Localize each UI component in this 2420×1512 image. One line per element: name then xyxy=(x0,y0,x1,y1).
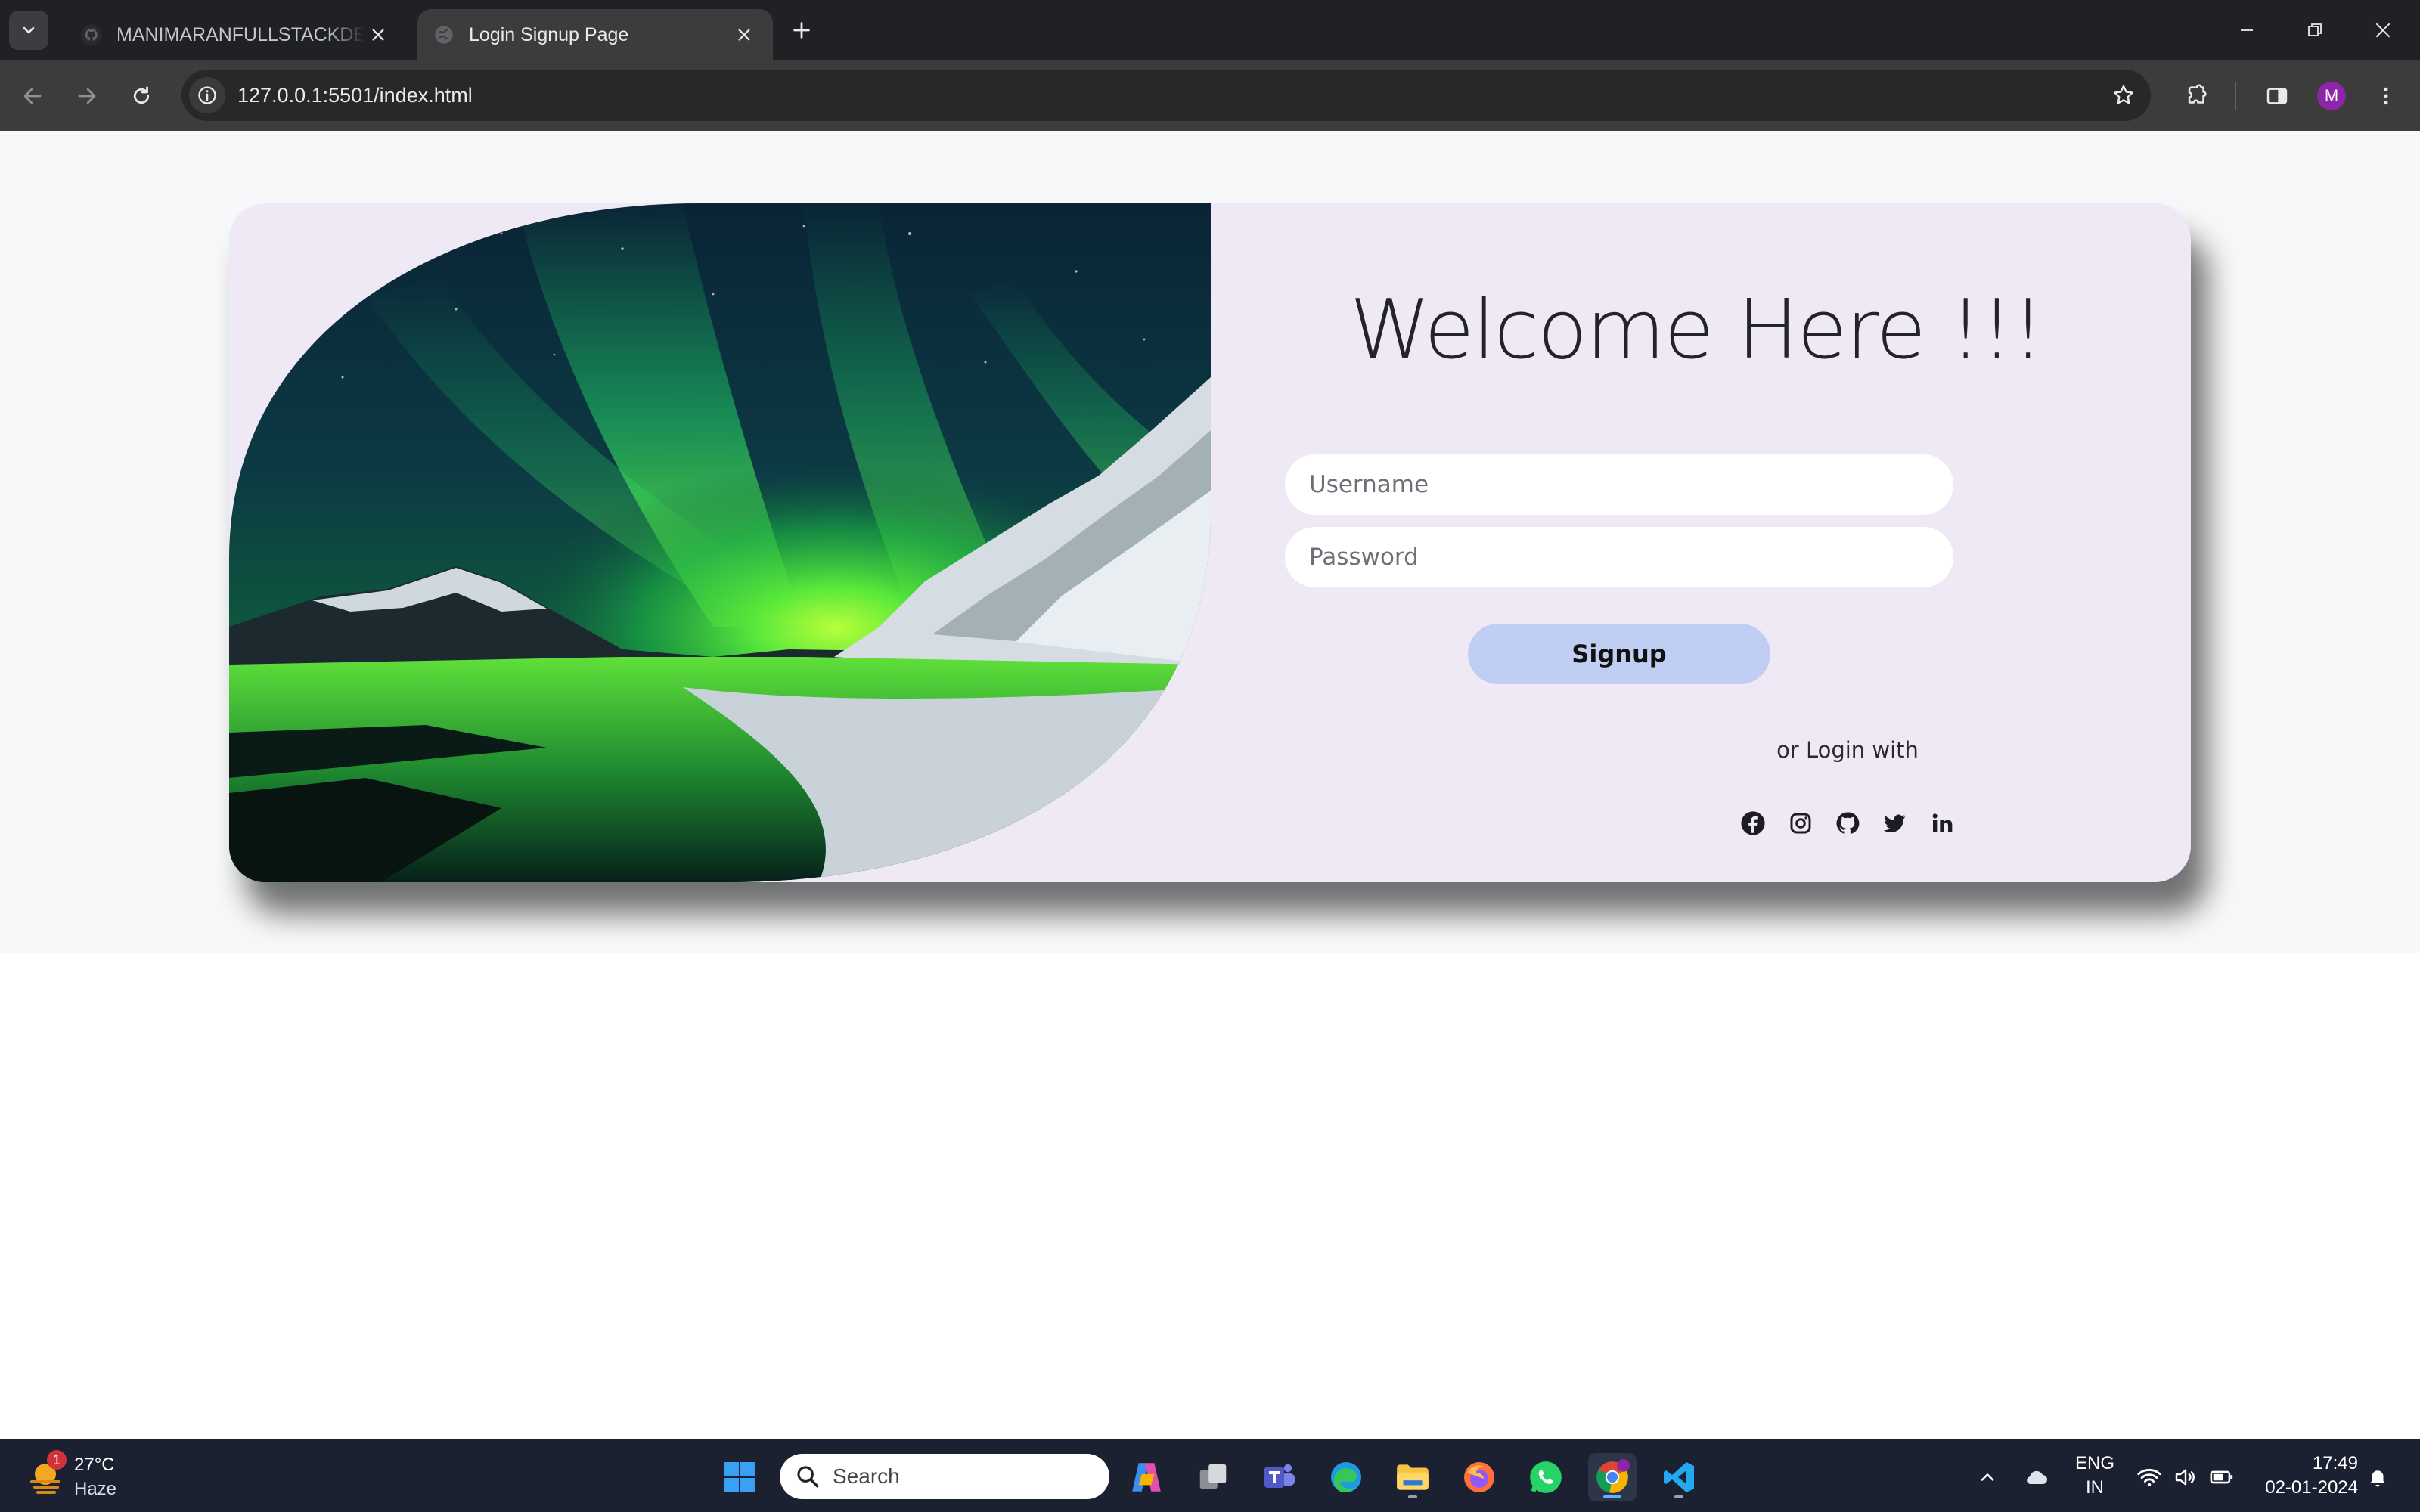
tab-title: Login Signup Page xyxy=(469,23,629,45)
close-icon xyxy=(2375,23,2391,38)
address-bar[interactable]: 127.0.0.1:5501/index.html xyxy=(182,70,2151,121)
login-with-label: or Login with xyxy=(1776,737,1919,763)
linkedin-icon[interactable] xyxy=(1928,810,1956,837)
whatsapp-icon xyxy=(1530,1461,1562,1493)
taskbar-app-file-explorer[interactable] xyxy=(1388,1453,1437,1501)
back-button[interactable] xyxy=(14,77,51,115)
weather-temperature: 27°C xyxy=(74,1455,115,1475)
teams-icon xyxy=(1264,1464,1295,1488)
globe-icon xyxy=(433,23,455,46)
tab-login-signup[interactable]: Login Signup Page xyxy=(417,9,773,60)
instagram-icon[interactable] xyxy=(1787,810,1814,837)
chrome-icon xyxy=(1596,1459,1630,1493)
login-card: Welcome Here !!! Signup or Login with xyxy=(229,203,2191,882)
plus-icon xyxy=(793,22,810,39)
taskbar-app-chrome[interactable] xyxy=(1588,1453,1637,1501)
restore-icon xyxy=(2308,23,2322,36)
reload-icon xyxy=(133,86,150,104)
arrow-left-icon xyxy=(23,88,42,104)
folder-icon xyxy=(1397,1464,1429,1490)
aurora-landscape-image xyxy=(229,203,1211,882)
side-panel-icon[interactable] xyxy=(2258,77,2296,115)
arrow-right-icon xyxy=(78,88,96,104)
tab-github[interactable]: MANIMARANFULLSTACKDEVELOPER xyxy=(65,9,407,60)
notification-bell-icon[interactable] xyxy=(2363,1462,2393,1492)
bookmark-star-icon[interactable] xyxy=(2108,80,2139,110)
signup-button[interactable]: Signup xyxy=(1468,624,1770,684)
taskbar-app-firefox[interactable] xyxy=(1455,1453,1503,1501)
reload-button[interactable] xyxy=(123,77,160,115)
extensions-icon[interactable] xyxy=(2178,77,2216,115)
taskbar-app-vscode[interactable] xyxy=(1655,1453,1703,1501)
taskbar-app-task-view[interactable] xyxy=(1189,1453,1237,1501)
clock-time: 17:49 xyxy=(2312,1453,2358,1473)
volume-icon[interactable] xyxy=(2170,1462,2201,1492)
close-icon[interactable] xyxy=(731,21,758,48)
taskbar-app-edge[interactable] xyxy=(1322,1453,1370,1501)
close-window-button[interactable] xyxy=(2349,0,2417,60)
language-indicator[interactable]: ENG IN xyxy=(2074,1452,2116,1500)
clock-date: 02-01-2024 xyxy=(2265,1477,2358,1498)
wifi-icon[interactable] xyxy=(2134,1462,2164,1492)
tab-search-button[interactable] xyxy=(9,11,48,50)
tray-overflow-chevron-icon[interactable] xyxy=(1972,1462,2003,1492)
close-icon[interactable] xyxy=(365,21,392,48)
taskbar-search[interactable]: Search xyxy=(780,1454,1109,1499)
github-icon xyxy=(80,23,103,46)
region-code: IN xyxy=(2086,1477,2104,1498)
tab-title: MANIMARANFULLSTACKDEVELOPER xyxy=(116,23,365,45)
minimize-icon xyxy=(2241,29,2253,31)
taskbar-app-teams[interactable] xyxy=(1255,1453,1304,1501)
start-button[interactable] xyxy=(715,1453,764,1501)
vscode-icon xyxy=(1664,1462,1694,1492)
weather-condition: Haze xyxy=(74,1479,117,1499)
avatar[interactable]: M xyxy=(2317,82,2346,110)
twitter-icon[interactable] xyxy=(1881,810,1908,837)
search-label: Search xyxy=(833,1464,900,1488)
new-tab-button[interactable] xyxy=(782,15,821,45)
minimize-button[interactable] xyxy=(2213,0,2281,60)
facebook-icon[interactable] xyxy=(1739,810,1767,837)
page-viewport: Welcome Here !!! Signup or Login with xyxy=(0,131,2420,1439)
forward-button[interactable] xyxy=(68,77,106,115)
restore-button[interactable] xyxy=(2281,0,2349,60)
onedrive-cloud-icon[interactable] xyxy=(2021,1462,2051,1492)
copilot-icon xyxy=(1132,1463,1161,1492)
firefox-icon xyxy=(1464,1462,1494,1492)
system-clock[interactable]: 17:49 02-01-2024 xyxy=(2252,1452,2358,1500)
tab-strip: MANIMARANFULLSTACKDEVELOPER Login Signup… xyxy=(0,0,2420,60)
taskbar-app-copilot[interactable] xyxy=(1122,1453,1171,1501)
language-code: ENG xyxy=(2074,1453,2114,1473)
search-icon xyxy=(797,1466,819,1488)
browser-toolbar: 127.0.0.1:5501/index.html M xyxy=(0,60,2420,131)
password-field[interactable] xyxy=(1285,527,1953,587)
taskbar: 1 27°C Haze Search ENG IN 17:49 02-01-20… xyxy=(0,1439,2420,1512)
kebab-menu-icon[interactable] xyxy=(2367,77,2405,115)
battery-icon[interactable] xyxy=(2207,1462,2237,1492)
page-title: Welcome Here !!! xyxy=(1349,283,2045,377)
edge-icon xyxy=(1331,1462,1361,1492)
notification-badge: 1 xyxy=(47,1450,67,1470)
chevron-down-icon xyxy=(23,26,35,34)
github-icon[interactable] xyxy=(1834,810,1861,837)
site-info-icon[interactable] xyxy=(189,77,225,113)
taskbar-app-whatsapp[interactable] xyxy=(1522,1453,1570,1501)
username-field[interactable] xyxy=(1285,454,1953,515)
social-login-row xyxy=(1288,810,2191,837)
url-text: 127.0.0.1:5501/index.html xyxy=(237,84,473,107)
windows-icon xyxy=(724,1462,755,1492)
toolbar-divider xyxy=(2235,82,2236,110)
task-view-icon xyxy=(1199,1464,1227,1489)
